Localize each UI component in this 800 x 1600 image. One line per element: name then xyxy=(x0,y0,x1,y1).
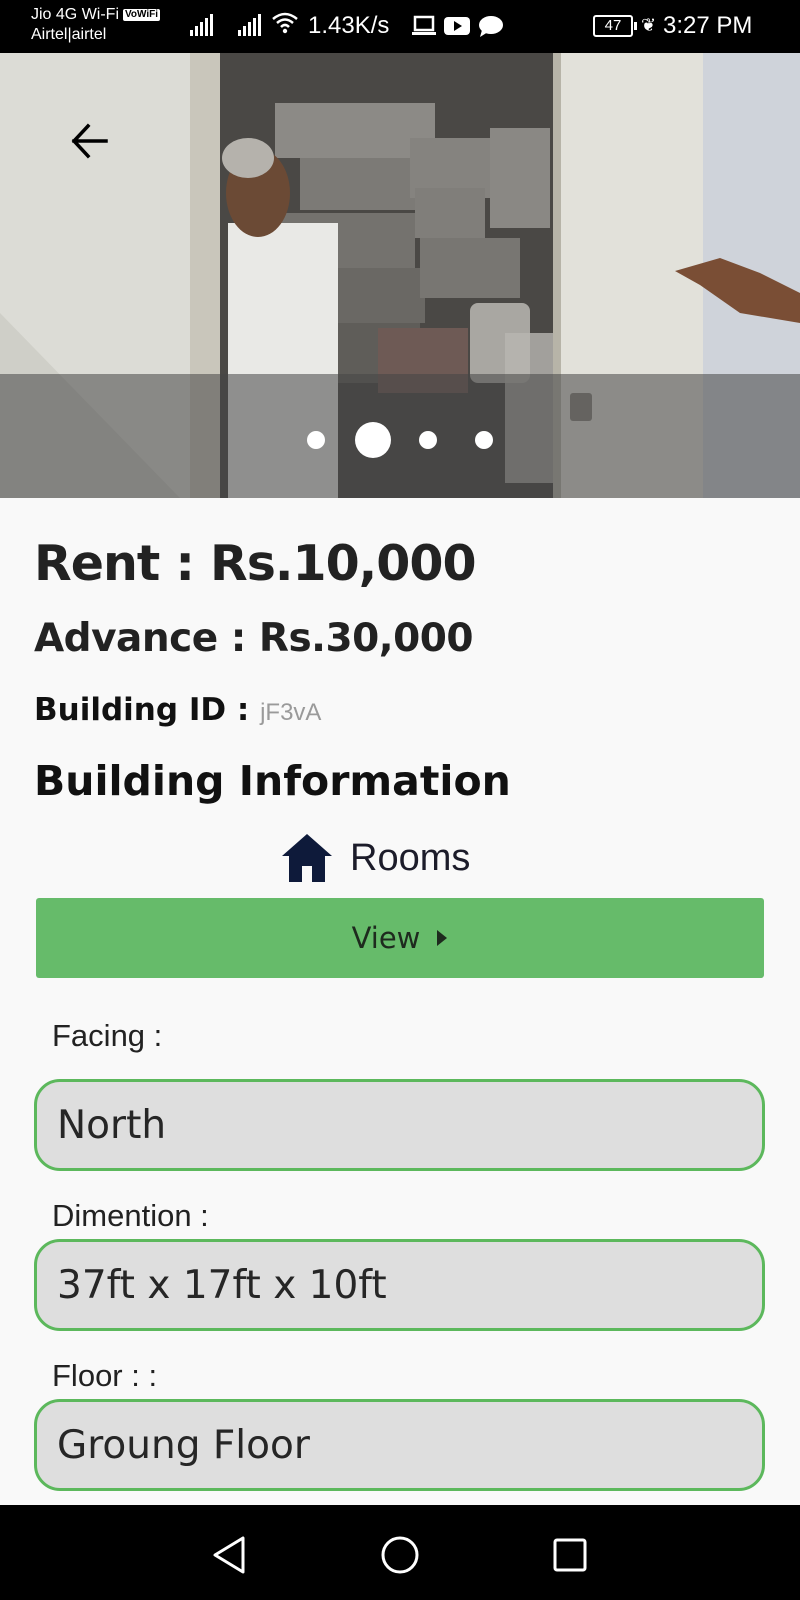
nav-home-button[interactable] xyxy=(378,1533,422,1577)
square-recents-icon xyxy=(553,1538,587,1572)
system-nav-bar xyxy=(0,1505,800,1600)
building-id: Building ID : jF3vA xyxy=(34,690,321,733)
building-id-label: Building ID : xyxy=(34,692,261,728)
net-speed: 1.43K/s xyxy=(308,12,390,39)
dimension-label: Dimention : xyxy=(52,1198,209,1233)
building-id-value: jF3vA xyxy=(260,699,322,726)
advance-amount: Advance : Rs.30,000 xyxy=(34,616,473,661)
carrier-line2: Airtel|airtel xyxy=(31,26,107,43)
section-title: Building Information xyxy=(34,757,511,805)
carrier-info: Jio 4G Wi-Fi VoWiFi Airtel|airtel xyxy=(31,5,161,45)
carousel-dot[interactable] xyxy=(419,431,437,449)
status-bar: Jio 4G Wi-Fi VoWiFi Airtel|airtel 1.43K/… xyxy=(0,0,800,53)
dimension-field[interactable]: 37ft x 17ft x 10ft xyxy=(34,1239,765,1331)
floor-field[interactable]: Groung Floor xyxy=(34,1399,765,1491)
facing-field[interactable]: North xyxy=(34,1079,765,1171)
vowifi-badge: VoWiFi xyxy=(123,9,161,21)
wifi-icon xyxy=(272,12,298,34)
triangle-back-icon xyxy=(213,1536,245,1574)
circle-home-icon xyxy=(381,1536,419,1574)
carousel-indicators xyxy=(0,420,800,460)
notification-icons xyxy=(412,15,504,37)
signal-icon xyxy=(190,14,213,36)
nav-recents-button[interactable] xyxy=(548,1533,592,1577)
signal-2-icon xyxy=(238,14,261,36)
carousel-dot[interactable] xyxy=(307,431,325,449)
carousel-dot[interactable] xyxy=(355,422,391,458)
leaf-icon: ❦ xyxy=(641,15,657,35)
carousel-dot[interactable] xyxy=(475,431,493,449)
youtube-icon xyxy=(444,17,470,35)
home-icon xyxy=(282,834,332,882)
floor-label: Floor : : xyxy=(52,1358,158,1393)
image-carousel[interactable] xyxy=(0,53,800,498)
laptop-icon xyxy=(412,15,436,35)
battery-icon: 47 xyxy=(593,15,637,37)
rent-price: Rent : Rs.10,000 xyxy=(34,535,477,592)
back-button[interactable] xyxy=(64,115,116,167)
facing-label: Facing : xyxy=(52,1018,163,1053)
nav-back-button[interactable] xyxy=(207,1533,251,1577)
view-rooms-button[interactable]: View xyxy=(36,898,764,978)
rooms-label: Rooms xyxy=(350,836,471,879)
clock: 3:27 PM xyxy=(663,12,753,39)
chat-icon xyxy=(479,16,503,37)
rooms-header: Rooms xyxy=(280,830,470,886)
caret-right-icon xyxy=(437,930,448,946)
arrow-left-icon xyxy=(71,123,108,159)
view-button-label: View xyxy=(351,921,421,955)
carrier-line1: Jio 4G Wi-Fi xyxy=(31,6,119,23)
